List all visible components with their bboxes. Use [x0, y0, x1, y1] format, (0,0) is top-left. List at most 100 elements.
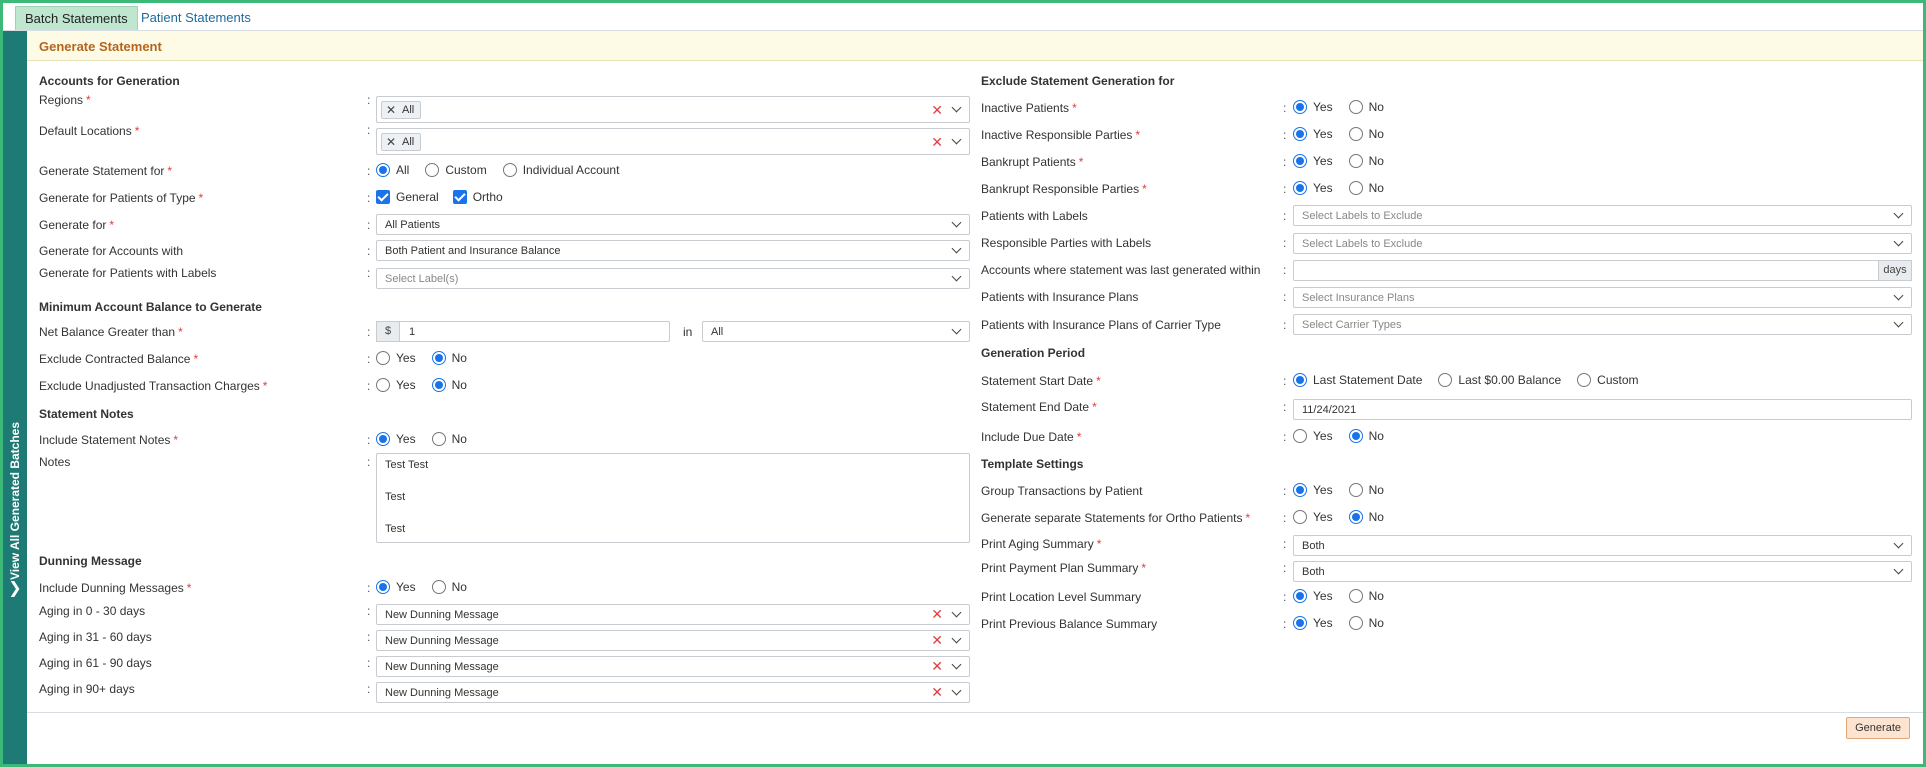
chevron-down-icon[interactable]: [951, 244, 963, 256]
radio-no[interactable]: No: [1348, 616, 1384, 630]
aging-summary-select[interactable]: Both: [1293, 535, 1912, 556]
currency-addon: $: [376, 321, 400, 342]
radio-no[interactable]: No: [1348, 589, 1384, 603]
notes-textarea[interactable]: Test Test Test Test: [376, 453, 970, 543]
exclude-contracted-radios: Yes No: [376, 351, 483, 365]
resp-labels-exclude-label: Responsible Parties with Labels: [981, 236, 1152, 250]
radio-no[interactable]: No: [1348, 181, 1384, 195]
radio-yes[interactable]: Yes: [1293, 154, 1333, 168]
radio-no[interactable]: No: [431, 580, 467, 594]
radio-no[interactable]: No: [1348, 483, 1384, 497]
aging-0-30-select[interactable]: New Dunning Message ✕: [376, 604, 970, 625]
start-date-radios: Last Statement Date Last $0.00 Balance C…: [1293, 373, 1655, 387]
accounts-with-select[interactable]: Both Patient and Insurance Balance: [376, 240, 970, 261]
tab-patient-statements[interactable]: Patient Statements: [132, 6, 260, 30]
chip-remove-icon[interactable]: ✕: [386, 102, 396, 118]
checkbox-ortho[interactable]: Ortho: [452, 190, 503, 204]
chevron-down-icon[interactable]: [951, 218, 963, 230]
patients-labels-select[interactable]: Select Label(s): [376, 268, 970, 289]
chevron-down-icon[interactable]: [951, 103, 963, 115]
net-balance-input[interactable]: $ 1: [376, 321, 670, 342]
clear-icon[interactable]: ✕: [931, 135, 943, 149]
due-date-radios: Yes No: [1293, 429, 1400, 443]
section-generation-period: Generation Period: [981, 346, 1086, 360]
in-label: in: [683, 325, 693, 339]
balance-in-select[interactable]: All: [702, 321, 970, 342]
chevron-down-icon[interactable]: [951, 325, 963, 337]
generate-button[interactable]: Generate: [1846, 717, 1910, 739]
carrier-type-label: Patients with Insurance Plans of Carrier…: [981, 318, 1221, 332]
locations-chip: ✕ All: [381, 133, 422, 151]
default-locations-select[interactable]: ✕ All ✕: [376, 128, 970, 155]
radio-no[interactable]: No: [1348, 154, 1384, 168]
radio-yes[interactable]: Yes: [1293, 510, 1333, 524]
last-generated-input[interactable]: days: [1293, 260, 1912, 281]
chip-remove-icon[interactable]: ✕: [386, 134, 396, 150]
chevron-down-icon[interactable]: [1893, 539, 1905, 551]
radio-no[interactable]: No: [431, 351, 467, 365]
chevron-down-icon[interactable]: [951, 608, 963, 620]
chevron-down-icon[interactable]: [1893, 565, 1905, 577]
end-date-input[interactable]: 11/24/2021: [1293, 399, 1912, 420]
aging-61-90-select[interactable]: New Dunning Message ✕: [376, 656, 970, 677]
radio-yes[interactable]: Yes: [1293, 127, 1333, 141]
radio-yes[interactable]: Yes: [376, 378, 416, 392]
radio-no[interactable]: No: [431, 378, 467, 392]
separate-ortho-radios: Yes No: [1293, 510, 1400, 524]
clear-icon[interactable]: ✕: [931, 659, 943, 673]
radio-custom[interactable]: Custom: [425, 163, 487, 177]
checkbox-general[interactable]: General: [376, 190, 439, 204]
radio-individual-account[interactable]: Individual Account: [502, 163, 619, 177]
radio-yes[interactable]: Yes: [1293, 616, 1333, 630]
radio-custom[interactable]: Custom: [1577, 373, 1639, 387]
clear-icon[interactable]: ✕: [931, 633, 943, 647]
section-accounts: Accounts for Generation: [39, 74, 180, 88]
insurance-plans-select[interactable]: Select Insurance Plans: [1293, 287, 1912, 308]
inactive-patients-radios: Yes No: [1293, 100, 1400, 114]
include-dunning-radios: Yes No: [376, 580, 483, 594]
resp-labels-exclude-select[interactable]: Select Labels to Exclude: [1293, 233, 1912, 254]
view-all-batches-sidebar[interactable]: View All Generated Batches ❯: [3, 31, 27, 764]
radio-no[interactable]: No: [1348, 510, 1384, 524]
payment-plan-select[interactable]: Both: [1293, 561, 1912, 582]
radio-yes[interactable]: Yes: [1293, 483, 1333, 497]
radio-last-statement-date[interactable]: Last Statement Date: [1293, 373, 1422, 387]
radio-yes[interactable]: Yes: [376, 351, 416, 365]
aging-90-plus-select[interactable]: New Dunning Message ✕: [376, 682, 970, 703]
radio-no[interactable]: No: [1348, 100, 1384, 114]
generate-for-select[interactable]: All Patients: [376, 214, 970, 235]
radio-no[interactable]: No: [1348, 127, 1384, 141]
radio-all[interactable]: All: [376, 163, 409, 177]
radio-yes[interactable]: Yes: [376, 432, 416, 446]
chevron-down-icon[interactable]: [951, 272, 963, 284]
radio-yes[interactable]: Yes: [1293, 429, 1333, 443]
chevron-right-icon[interactable]: ❯: [7, 581, 23, 597]
radio-yes[interactable]: Yes: [1293, 589, 1333, 603]
radio-yes[interactable]: Yes: [376, 580, 416, 594]
include-notes-label: Include Statement Notes *: [39, 433, 179, 447]
chevron-down-icon[interactable]: [951, 660, 963, 672]
radio-no[interactable]: No: [1348, 429, 1384, 443]
aging-31-60-select[interactable]: New Dunning Message ✕: [376, 630, 970, 651]
chevron-down-icon[interactable]: [951, 634, 963, 646]
radio-last-zero-balance[interactable]: Last $0.00 Balance: [1438, 373, 1561, 387]
chevron-down-icon[interactable]: [1893, 318, 1905, 330]
patients-labels-exclude-label: Patients with Labels: [981, 209, 1088, 223]
tab-batch-statements[interactable]: Batch Statements: [15, 6, 138, 30]
chevron-down-icon[interactable]: [951, 686, 963, 698]
radio-no[interactable]: No: [431, 432, 467, 446]
chevron-down-icon[interactable]: [1893, 237, 1905, 249]
clear-icon[interactable]: ✕: [931, 607, 943, 621]
chevron-down-icon[interactable]: [951, 135, 963, 147]
chevron-down-icon[interactable]: [1893, 209, 1905, 221]
radio-yes[interactable]: Yes: [1293, 100, 1333, 114]
carrier-type-select[interactable]: Select Carrier Types: [1293, 314, 1912, 335]
section-dunning: Dunning Message: [39, 554, 142, 568]
regions-select[interactable]: ✕ All ✕: [376, 96, 970, 123]
chevron-down-icon[interactable]: [1893, 291, 1905, 303]
exclude-unadjusted-label: Exclude Unadjusted Transaction Charges *: [39, 379, 268, 393]
clear-icon[interactable]: ✕: [931, 103, 943, 117]
patients-labels-exclude-select[interactable]: Select Labels to Exclude: [1293, 205, 1912, 226]
clear-icon[interactable]: ✕: [931, 685, 943, 699]
radio-yes[interactable]: Yes: [1293, 181, 1333, 195]
